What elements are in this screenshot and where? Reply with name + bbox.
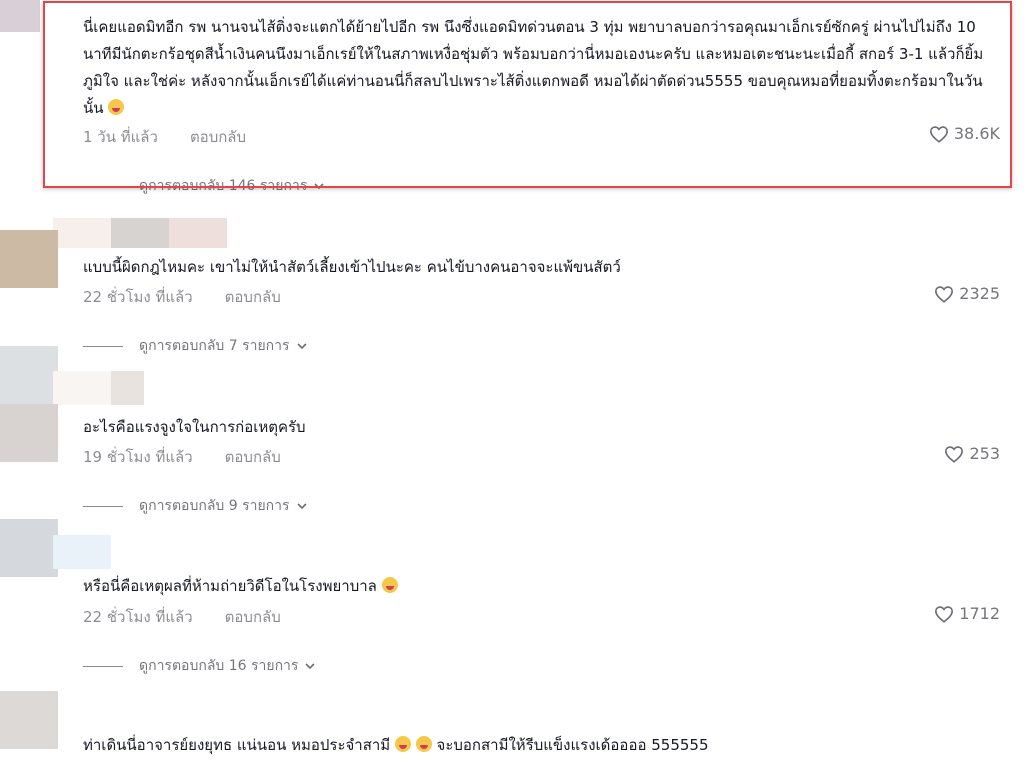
view-replies-button[interactable]: ดูการตอบกลับ 7 รายการ — [83, 335, 308, 357]
comment-meta: 19 ชั่วโมง ที่แล้ว ตอบกลับ — [83, 445, 281, 469]
heart-icon — [935, 285, 954, 303]
blurred-image — [111, 218, 169, 248]
comment-item: ท่าเดินนี่อาจารย์ยงยุทธ แน่นอน หมอประจำส… — [0, 732, 1024, 763]
comment-time: 22 ชั่วโมง ที่แล้ว — [83, 608, 193, 626]
reply-button[interactable]: ตอบกลับ — [225, 448, 281, 466]
like-count: 2325 — [959, 284, 1000, 303]
chevron-down-icon — [296, 503, 307, 510]
comment-text: แบบนี้ผิดกฎไหมคะ เขาไม่ให้นำสัตว์เลี้ยงเ… — [83, 258, 621, 276]
comment-text: หรือนี่คือเหตุผลที่ห้ามถ่ายวิดีโอในโรงพย… — [83, 573, 1003, 600]
view-replies-label: ดูการตอบกลับ 7 รายการ — [139, 338, 290, 354]
blurred-image — [53, 535, 111, 569]
reply-button[interactable]: ตอบกลับ — [225, 288, 281, 306]
like-button[interactable]: 253 — [944, 444, 1000, 463]
comment-meta: 22 ชั่วโมง ที่แล้ว ตอบกลับ — [83, 285, 281, 309]
heart-icon — [935, 605, 954, 623]
divider — [83, 345, 123, 347]
chevron-down-icon — [305, 663, 316, 670]
comment-time: 22 ชั่วโมง ที่แล้ว — [83, 288, 193, 306]
avatar[interactable] — [0, 519, 58, 577]
comment-item: อะไรคือแรงจูงใจในการก่อเหตุครับ 19 ชั่วโ… — [0, 410, 1024, 520]
view-replies-label: ดูการตอบกลับ 16 รายการ — [139, 658, 299, 674]
heart-icon — [945, 445, 964, 463]
chevron-down-icon — [296, 343, 307, 350]
view-replies-button[interactable]: ดูการตอบกลับ 9 รายการ — [83, 495, 308, 517]
divider — [83, 505, 123, 507]
blurred-image — [169, 218, 227, 248]
view-replies-label: ดูการตอบกลับ 9 รายการ — [139, 498, 290, 514]
comment-item: แบบนี้ผิดกฎไหมคะ เขาไม่ให้นำสัตว์เลี้ยงเ… — [0, 250, 1024, 360]
reply-button[interactable]: ตอบกลับ — [225, 608, 281, 626]
like-count: 253 — [969, 444, 1000, 463]
blurred-image — [111, 371, 144, 405]
blurred-image — [53, 371, 111, 405]
blurred-image — [53, 218, 111, 248]
like-button[interactable]: 1712 — [934, 604, 1000, 623]
comment-item: หรือนี่คือเหตุผลที่ห้ามถ่ายวิดีโอในโรงพย… — [0, 570, 1024, 680]
comment-text: อะไรคือแรงจูงใจในการก่อเหตุครับ — [83, 418, 306, 436]
view-replies-button[interactable]: ดูการตอบกลับ 16 รายการ — [83, 655, 316, 677]
like-count: 1712 — [959, 604, 1000, 623]
comment-meta: 22 ชั่วโมง ที่แล้ว ตอบกลับ — [83, 605, 281, 629]
comment-text: ท่าเดินนี่อาจารย์ยงยุทธ แน่นอน หมอประจำส… — [83, 736, 709, 754]
comment-time: 19 ชั่วโมง ที่แล้ว — [83, 448, 193, 466]
laughing-emoji-icon — [381, 577, 398, 593]
crazy-face-emoji-icon — [394, 736, 411, 752]
like-button[interactable]: 2325 — [934, 284, 1000, 303]
divider — [83, 665, 123, 667]
highlight-box — [43, 1, 1012, 188]
laughing-emoji-icon — [415, 736, 432, 752]
